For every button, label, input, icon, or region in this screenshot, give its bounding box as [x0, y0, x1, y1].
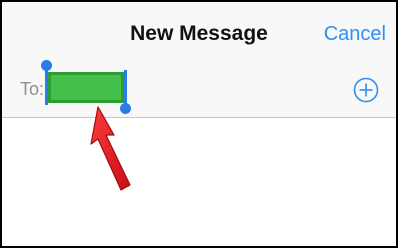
to-label: To: [20, 79, 45, 99]
cancel-button[interactable]: Cancel [324, 23, 386, 46]
red-arrow-icon [90, 106, 131, 191]
selection-end-handle-line[interactable] [124, 70, 127, 106]
recipient-row: To: [2, 60, 396, 118]
recipient-field-selection[interactable] [48, 72, 124, 103]
selection-start-handle-line[interactable] [45, 69, 48, 105]
navigation-bar: New Message Cancel [2, 2, 396, 61]
plus-circle-icon[interactable] [353, 77, 379, 103]
selection-start-handle[interactable] [41, 60, 52, 71]
